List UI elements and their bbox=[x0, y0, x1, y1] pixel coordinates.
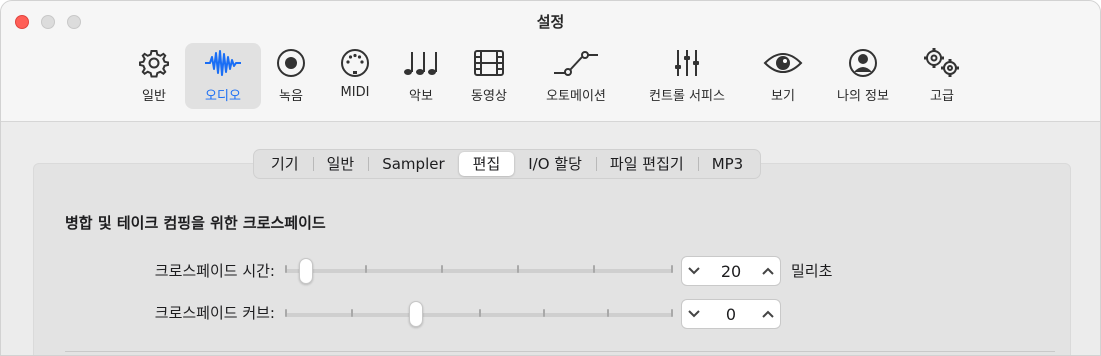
decrement-button[interactable] bbox=[682, 300, 706, 328]
slider-tick bbox=[479, 309, 481, 317]
slider-tick bbox=[593, 265, 595, 273]
slider-tick bbox=[285, 265, 287, 273]
slider-tick bbox=[517, 265, 519, 273]
gear-icon bbox=[137, 43, 171, 83]
faders-icon bbox=[672, 43, 702, 83]
slider-tick bbox=[441, 265, 443, 273]
increment-button[interactable] bbox=[756, 257, 780, 285]
toolbar-item-label: 컨트롤 서피스 bbox=[649, 89, 725, 104]
toolbar-item-midi[interactable]: MIDI bbox=[327, 43, 383, 109]
slider-tick bbox=[351, 309, 353, 317]
tab-io-assignments[interactable]: I/O 할당 bbox=[514, 152, 596, 176]
chevron-down-icon bbox=[688, 267, 700, 275]
toolbar-item-advanced[interactable]: 고급 bbox=[911, 43, 973, 109]
toolbar-item-audio[interactable]: 오디오 bbox=[185, 43, 261, 109]
toolbar-item-score[interactable]: 악보 bbox=[393, 43, 449, 109]
slider-tick bbox=[285, 309, 287, 317]
section-divider bbox=[65, 351, 1055, 352]
midi-connector-icon bbox=[339, 43, 371, 83]
section-title: 병합 및 테이크 컴핑을 위한 크로스페이드 bbox=[65, 214, 326, 232]
crossfade-time-label: 크로스페이드 시간: bbox=[154, 262, 275, 280]
tab-file-editor[interactable]: 파일 편집기 bbox=[595, 152, 698, 176]
increment-button[interactable] bbox=[756, 300, 780, 328]
toolbar-item-record[interactable]: 녹음 bbox=[263, 43, 319, 109]
toolbar-item-label: 고급 bbox=[930, 89, 954, 104]
chevron-up-icon bbox=[762, 267, 774, 275]
chevron-up-icon bbox=[762, 310, 774, 318]
toolbar-item-general[interactable]: 일반 bbox=[123, 43, 185, 109]
slider-thumb[interactable] bbox=[299, 258, 313, 284]
toolbar-item-label: 동영상 bbox=[471, 89, 507, 104]
toolbar-item-video[interactable]: 동영상 bbox=[457, 43, 521, 109]
window-title: 설정 bbox=[536, 13, 565, 31]
slider-tick bbox=[543, 309, 545, 317]
crossfade-time-stepper: 20 bbox=[681, 256, 781, 286]
slider-tick bbox=[365, 265, 367, 273]
chevron-down-icon bbox=[688, 310, 700, 318]
toolbar-item-label: MIDI bbox=[340, 85, 370, 100]
slider-track bbox=[285, 269, 673, 273]
toolbar-item-label: 나의 정보 bbox=[837, 89, 889, 104]
toolbar-item-label: 일반 bbox=[142, 89, 166, 104]
slider-thumb[interactable] bbox=[409, 301, 423, 327]
toolbar-item-label: 보기 bbox=[771, 89, 795, 104]
slider-tick bbox=[671, 265, 673, 273]
crossfade-curve-value[interactable]: 0 bbox=[706, 305, 756, 324]
decrement-button[interactable] bbox=[682, 257, 706, 285]
slider-tick bbox=[607, 309, 609, 317]
eye-icon bbox=[763, 43, 803, 83]
toolbar-item-view[interactable]: 보기 bbox=[753, 43, 813, 109]
tab-devices[interactable]: 기기 bbox=[257, 152, 313, 176]
slider-tick bbox=[671, 309, 673, 317]
toolbar-item-my-info[interactable]: 나의 정보 bbox=[825, 43, 901, 109]
settings-window: 설정 일반 오디오 녹음 MIDI 악보 동영상 오토메이션 컨트롤 서피스 보… bbox=[0, 0, 1101, 356]
toolbar-item-label: 악보 bbox=[409, 89, 433, 104]
crossfade-curve-stepper: 0 bbox=[681, 299, 781, 329]
toolbar-item-label: 녹음 bbox=[279, 89, 303, 104]
tab-sampler[interactable]: Sampler bbox=[368, 152, 458, 176]
crossfade-time-value[interactable]: 20 bbox=[706, 262, 756, 281]
crossfade-time-unit: 밀리초 bbox=[791, 262, 833, 280]
titlebar: 설정 일반 오디오 녹음 MIDI 악보 동영상 오토메이션 컨트롤 서피스 보… bbox=[1, 1, 1100, 122]
crossfade-curve-label: 크로스페이드 커브: bbox=[154, 304, 275, 322]
person-icon bbox=[847, 43, 879, 83]
tab-editing[interactable]: 편집 bbox=[458, 152, 515, 176]
settings-toolbar: 일반 오디오 녹음 MIDI 악보 동영상 오토메이션 컨트롤 서피스 보기 나… bbox=[1, 43, 1100, 109]
tab-general[interactable]: 일반 bbox=[312, 152, 369, 176]
waveform-icon bbox=[203, 43, 243, 83]
toolbar-item-label: 오디오 bbox=[205, 89, 241, 104]
toolbar-item-automation[interactable]: 오토메이션 bbox=[531, 43, 621, 109]
film-icon bbox=[472, 43, 506, 83]
automation-curve-icon bbox=[552, 43, 600, 83]
toolbar-item-control-surfaces[interactable]: 컨트롤 서피스 bbox=[635, 43, 739, 109]
record-icon bbox=[275, 43, 307, 83]
toolbar-item-label: 오토메이션 bbox=[546, 89, 606, 104]
segmented-tabs: 기기 일반 Sampler 편집 I/O 할당 파일 편집기 MP3 bbox=[253, 149, 762, 179]
tab-mp3[interactable]: MP3 bbox=[697, 152, 758, 176]
music-notes-icon bbox=[402, 43, 440, 83]
gears-icon bbox=[922, 43, 962, 83]
